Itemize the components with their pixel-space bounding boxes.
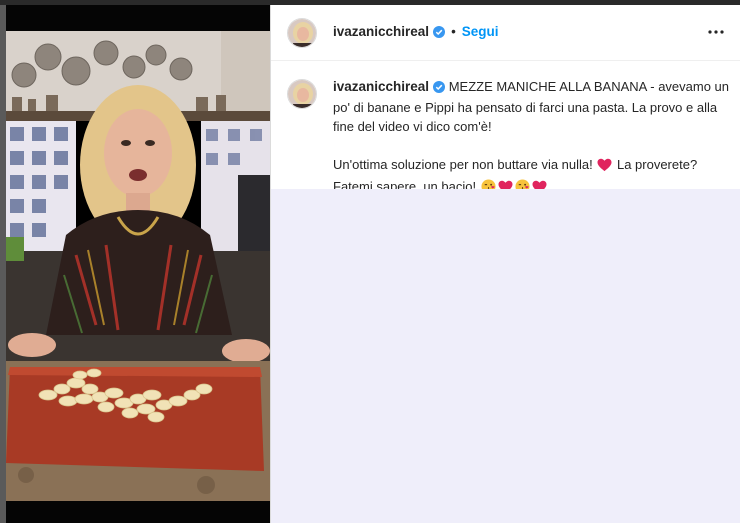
caption-avatar[interactable] (287, 79, 317, 109)
header-separator: • (451, 24, 456, 39)
post-header: ivazanicchireal • Segui (271, 5, 740, 61)
video-frame-illustration (6, 5, 270, 523)
caption-area: ivazanicchireal MEZZE MANICHE ALLA BANAN… (271, 61, 740, 194)
caption-username[interactable]: ivazanicchireal (333, 79, 429, 94)
avatar[interactable] (287, 18, 317, 48)
comments-area (271, 189, 740, 523)
caption-title: MEZZE MANICHE ALLA BANANA (448, 79, 647, 94)
post-video[interactable] (6, 5, 270, 523)
caption-paragraph-1: ivazanicchireal MEZZE MANICHE ALLA BANAN… (333, 77, 733, 136)
avatar-image (288, 19, 316, 47)
avatar-image (288, 80, 316, 108)
more-options-icon[interactable] (706, 23, 726, 41)
post-caption: ivazanicchireal MEZZE MANICHE ALLA BANAN… (333, 77, 733, 199)
post-details-panel: ivazanicchireal • Segui ivazanicchireal M… (270, 5, 740, 523)
verified-badge-icon (433, 26, 446, 41)
header-username[interactable]: ivazanicchireal (333, 24, 429, 39)
follow-button[interactable]: Segui (462, 24, 499, 39)
caption-text-2a: Un'ottima soluzione per non buttare via … (333, 157, 597, 172)
heart-emoji-icon (597, 158, 612, 177)
verified-badge-icon (433, 79, 446, 98)
header-line: ivazanicchireal • Segui (333, 24, 499, 41)
